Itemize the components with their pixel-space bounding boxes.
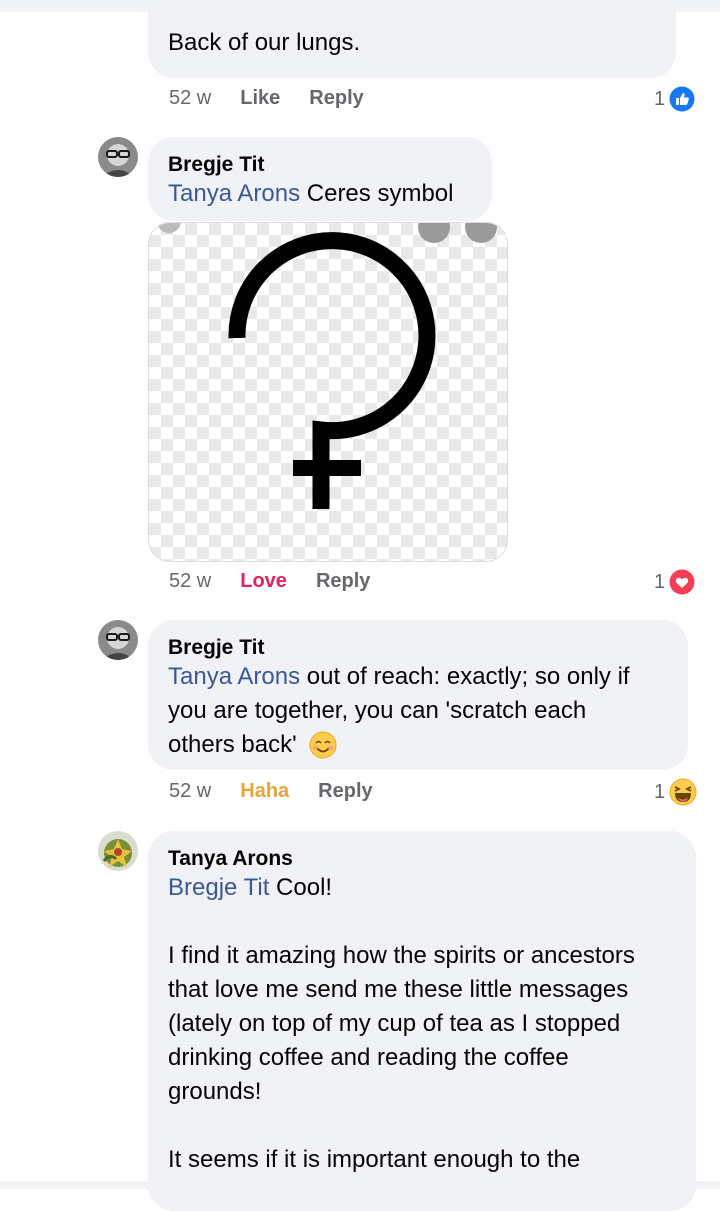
ceres-symbol-icon: [157, 223, 497, 509]
comment-author[interactable]: Bregje Tit: [168, 634, 668, 662]
avatar-image: [98, 620, 138, 660]
bottom-edge: [0, 1181, 720, 1189]
comment-text-line: drinking coffee and reading the coffee: [168, 1044, 569, 1071]
avatar-image: [98, 831, 138, 871]
smiling-face-icon: [309, 731, 337, 759]
comment-text: Back of our lungs.: [168, 29, 361, 56]
haha-button[interactable]: Haha: [240, 780, 289, 803]
comment-text-line: I find it amazing how the spirits or anc…: [168, 942, 635, 969]
comment-bubble: Bregje Tit Tanya Arons out of reach: exa…: [148, 620, 688, 770]
love-icon: [669, 569, 695, 595]
mention-link[interactable]: Tanya Arons: [168, 180, 300, 207]
comment-bubble: Bregje Tit Tanya Arons Ceres symbol: [148, 137, 492, 221]
comment-text-line: others back': [168, 731, 297, 758]
comment-age: 52 w: [169, 570, 212, 592]
like-button[interactable]: Like: [240, 87, 280, 110]
reply-button[interactable]: Reply: [309, 87, 363, 110]
reaction-count: 1: [654, 780, 666, 803]
reply-button[interactable]: Reply: [318, 780, 372, 803]
reaction-summary[interactable]: 1: [654, 86, 695, 112]
comment-age: 52 w: [169, 87, 212, 109]
reply-button[interactable]: Reply: [316, 570, 370, 593]
comment-author[interactable]: Bregje Tit: [168, 151, 472, 179]
avatar[interactable]: [98, 137, 138, 177]
avatar[interactable]: [98, 831, 138, 871]
comment-body: Tanya Arons out of reach: exactly; so on…: [168, 660, 668, 762]
avatar-image: [98, 137, 138, 177]
comment-text-line: grounds!: [168, 1078, 262, 1105]
mention-link[interactable]: Tanya Arons: [168, 663, 300, 690]
comment-text-line: that love me send me these little messag…: [168, 976, 629, 1003]
comment-text: Cool!: [269, 874, 333, 901]
comment-author[interactable]: Tanya Arons: [168, 845, 676, 873]
comment-meta: 52 w Love Reply: [169, 570, 370, 593]
like-icon: [669, 86, 695, 112]
reaction-count: 1: [654, 87, 666, 110]
comment-text: Ceres symbol: [300, 180, 454, 207]
comment-bubble: Tanya Arons Bregje Tit Cool! I find it a…: [148, 831, 696, 1211]
love-button[interactable]: Love: [240, 570, 287, 593]
mention-link[interactable]: Bregje Tit: [168, 874, 269, 901]
comment-meta: 52 w Like Reply: [169, 87, 364, 110]
comment-age: 52 w: [169, 780, 212, 802]
comment-meta: 52 w Haha Reply: [169, 780, 373, 803]
comment-body: Tanya Arons Ceres symbol: [168, 177, 472, 211]
haha-icon: [669, 778, 697, 806]
comment-body: Bregje Tit Cool! I find it amazing how t…: [168, 871, 676, 1177]
comment-text-line: out of reach: exactly; so only if: [300, 663, 630, 690]
comment-text-line: you are together, you can 'scratch each: [168, 697, 587, 724]
comment-text-line: (lately on top of my cup of tea as I sto…: [168, 1010, 621, 1037]
reaction-summary[interactable]: 1: [654, 569, 695, 595]
comment-image[interactable]: [148, 222, 508, 562]
reaction-summary[interactable]: 1: [654, 778, 697, 806]
avatar[interactable]: [98, 620, 138, 660]
comment-text-line: It seems if it is important enough to th…: [168, 1146, 581, 1173]
reaction-count: 1: [654, 570, 666, 593]
comment-bubble: Back of our lungs.: [148, 6, 676, 78]
